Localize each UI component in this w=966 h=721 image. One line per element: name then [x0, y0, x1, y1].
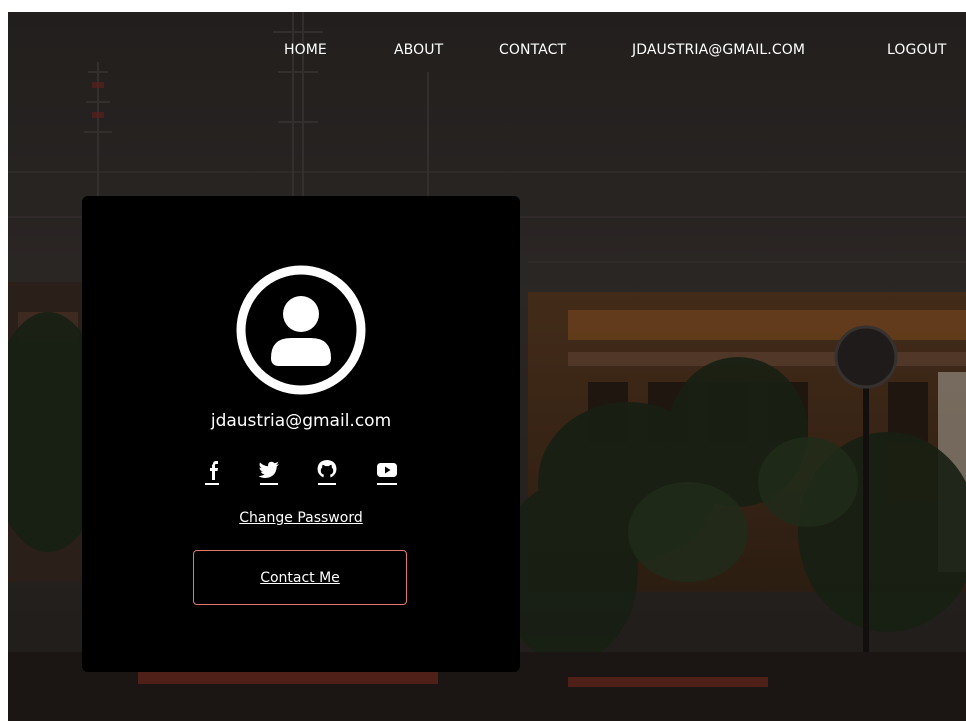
profile-email: jdaustria@gmail.com — [210, 411, 392, 431]
nav-logout-link[interactable]: LOGOUT — [887, 42, 947, 58]
github-icon[interactable] — [315, 458, 339, 486]
change-password-link[interactable]: Change Password — [82, 510, 520, 526]
nav-contact-link[interactable]: CONTACT — [499, 42, 566, 58]
nav-about-link[interactable]: ABOUT — [394, 42, 443, 58]
social-links — [82, 458, 520, 486]
nav-home-link[interactable]: HOME — [284, 42, 327, 58]
nav-account-email-link[interactable]: JDAUSTRIA@GMAIL.COM — [632, 42, 805, 58]
profile-card: jdaustria@gmail.com Change Password Cont… — [82, 196, 520, 672]
main-nav: HOME ABOUT CONTACT JDAUSTRIA@GMAIL.COM L… — [8, 42, 966, 66]
twitter-icon[interactable] — [257, 458, 281, 486]
hero-section: HOME ABOUT CONTACT JDAUSTRIA@GMAIL.COM L… — [8, 12, 966, 721]
youtube-icon[interactable] — [375, 458, 399, 486]
user-avatar-icon — [236, 265, 366, 395]
contact-me-button[interactable]: Contact Me — [193, 550, 407, 605]
facebook-icon[interactable] — [200, 458, 224, 486]
